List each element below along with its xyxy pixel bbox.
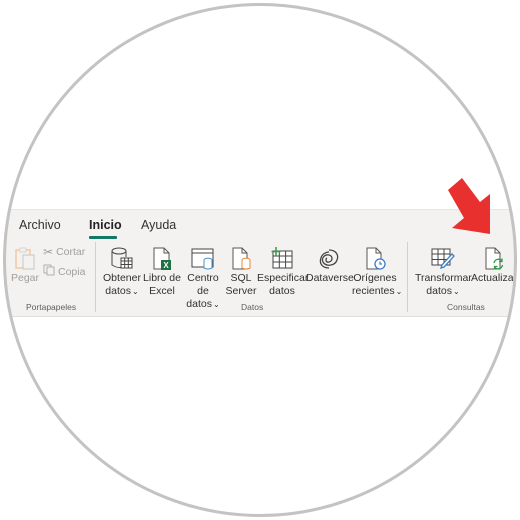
- transform-data-label: Transformar: [415, 272, 472, 284]
- get-data-label: Obtener: [103, 272, 141, 284]
- tab-archivo[interactable]: Archivo: [19, 218, 61, 232]
- get-data-label-2: datos: [105, 285, 131, 297]
- paste-label: Pegar: [10, 272, 40, 284]
- enter-data-icon: [257, 246, 307, 270]
- enter-data-button[interactable]: Especificar datos: [257, 246, 309, 298]
- database-table-icon: [101, 246, 143, 270]
- tab-inicio[interactable]: Inicio: [89, 218, 122, 232]
- circular-frame: Archivo Inicio Ayuda Pegar ✂ Cortar Copi…: [3, 3, 517, 517]
- ribbon-tabs: Archivo Inicio Ayuda: [3, 210, 517, 240]
- dataverse-icon: [306, 246, 352, 270]
- enter-data-label: Especificar: [257, 272, 309, 284]
- cut-label: Cortar: [56, 246, 86, 258]
- chevron-down-icon: ⌄: [131, 287, 139, 296]
- sql-server-icon: [225, 246, 257, 270]
- excel-file-icon: X: [143, 246, 181, 270]
- paste-button[interactable]: Pegar: [9, 246, 41, 285]
- dataverse-label: Dataverse: [306, 272, 354, 284]
- sql-server-label: SQL: [230, 272, 252, 284]
- recent-sources-label: Orígenes: [353, 272, 397, 284]
- chevron-down-icon: ⌄: [452, 287, 460, 296]
- group-label-consultas: Consultas: [447, 302, 485, 312]
- group-separator: [95, 242, 96, 312]
- chevron-down-icon: ⌄: [212, 300, 220, 309]
- recent-sources-label-2: recientes: [352, 285, 395, 297]
- transform-data-icon: [415, 246, 471, 270]
- copy-label: Copia: [58, 265, 86, 278]
- recent-sources-icon: [352, 246, 398, 270]
- scissors-icon: ✂: [43, 245, 54, 259]
- transform-data-button[interactable]: Transformar datos⌄: [415, 246, 472, 298]
- group-label-datos: Datos: [241, 302, 264, 312]
- datahub-button[interactable]: Centro de datos⌄: [181, 246, 225, 311]
- cut-button[interactable]: ✂ Cortar: [43, 245, 85, 259]
- get-data-button[interactable]: Obtener datos⌄: [101, 246, 143, 298]
- copy-button[interactable]: Copia: [43, 264, 85, 279]
- excel-workbook-label-2: Excel: [149, 285, 175, 297]
- datahub-icon: [181, 246, 225, 270]
- copy-icon: [43, 264, 55, 279]
- excel-workbook-button[interactable]: X Libro de Excel: [143, 246, 181, 298]
- dataverse-button[interactable]: Dataverse: [306, 246, 354, 285]
- excel-workbook-label: Libro de: [143, 272, 181, 284]
- sql-server-label-2: Server: [225, 285, 257, 297]
- datahub-label: Centro de: [187, 272, 219, 297]
- refresh-button[interactable]: Actualizar: [471, 246, 517, 285]
- datahub-label-2: datos: [186, 298, 212, 310]
- red-arrow-annotation: [446, 176, 496, 243]
- paste-icon: [9, 246, 41, 270]
- active-tab-indicator: [89, 236, 117, 239]
- ribbon: Archivo Inicio Ayuda Pegar ✂ Cortar Copi…: [3, 209, 517, 317]
- recent-sources-button[interactable]: Orígenes recientes⌄: [352, 246, 402, 298]
- group-separator: [407, 242, 408, 312]
- sql-server-button[interactable]: SQL Server: [225, 246, 257, 298]
- chevron-down-icon: ⌄: [395, 287, 403, 296]
- group-label-portapapeles: Portapapeles: [26, 302, 77, 312]
- enter-data-label-2: datos: [269, 285, 295, 297]
- svg-text:X: X: [163, 261, 169, 270]
- refresh-label: Actualizar: [471, 272, 517, 284]
- transform-data-label-2: datos: [426, 285, 452, 297]
- tab-ayuda[interactable]: Ayuda: [141, 218, 176, 232]
- refresh-icon: [471, 246, 517, 270]
